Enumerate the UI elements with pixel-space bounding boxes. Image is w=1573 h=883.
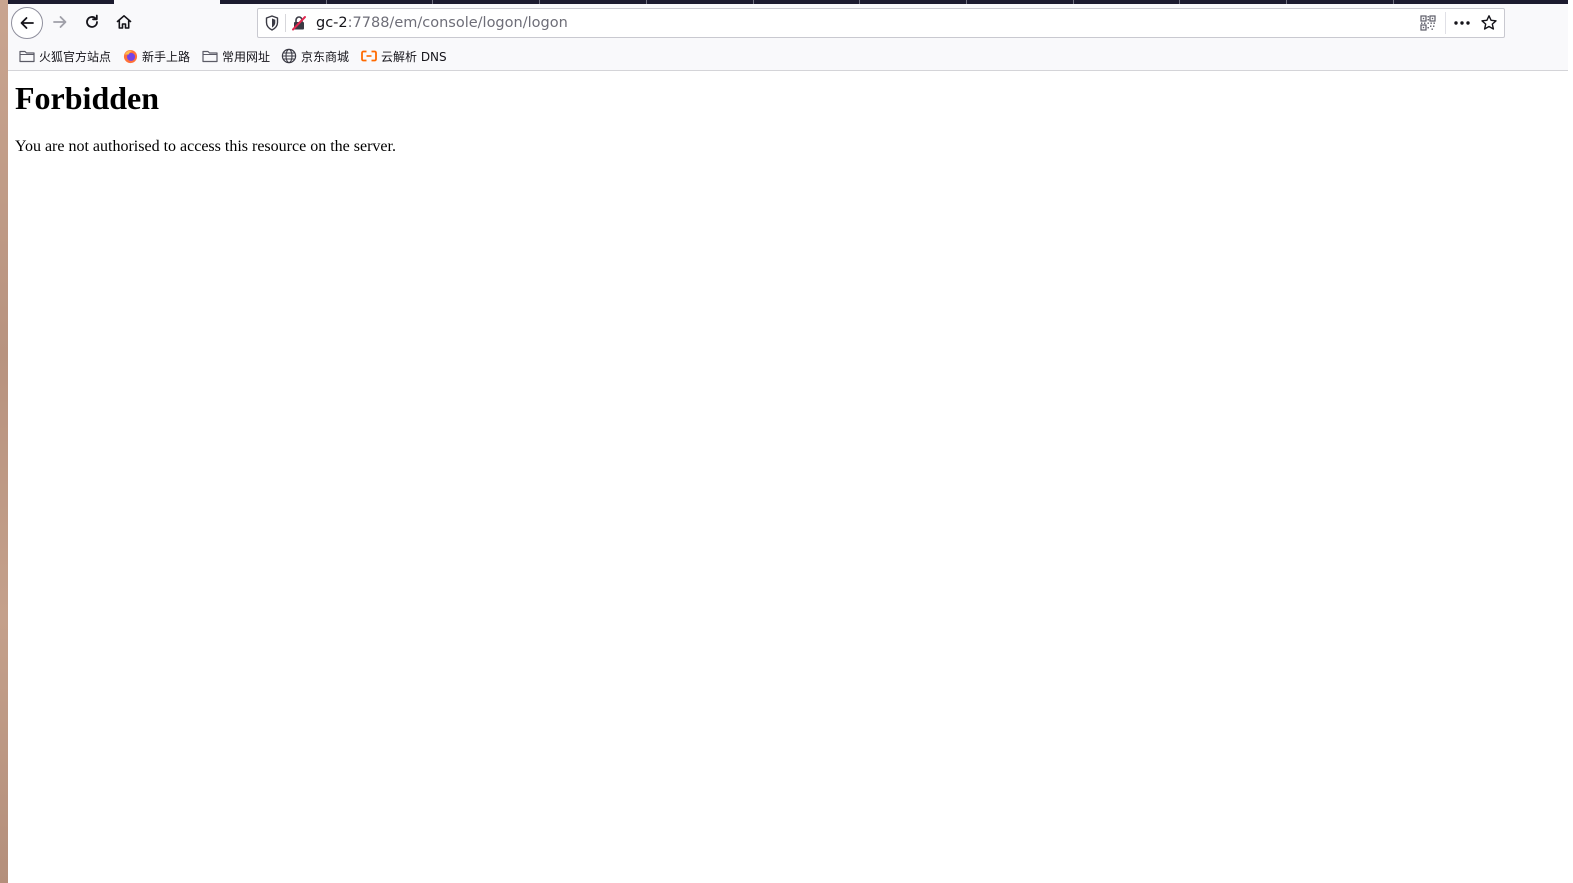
- bookmark-firefox-official[interactable]: 火狐官方站点: [19, 46, 111, 66]
- home-icon: [116, 15, 132, 29]
- page-content: Forbidden You are not authorised to acce…: [8, 71, 1563, 883]
- bookmark-label: 京东商城: [301, 49, 350, 64]
- page-actions-button[interactable]: [1450, 13, 1474, 33]
- bookmark-cloud-dns[interactable]: 云解析 DNS: [361, 46, 447, 66]
- home-button[interactable]: [108, 6, 140, 38]
- page-heading: Forbidden: [15, 80, 160, 116]
- address-bar-divider: [285, 14, 286, 32]
- site-identity-button[interactable]: [289, 13, 309, 33]
- desktop-edge: [0, 0, 8, 883]
- address-bar-divider: [1445, 12, 1446, 34]
- more-dots-icon: [1454, 21, 1470, 25]
- bookmarks-toolbar: 火狐官方站点 新手上路 常用网址 京东商城 云解析 DNS: [8, 42, 1568, 71]
- bookmark-getting-started[interactable]: 新手上路: [122, 46, 190, 66]
- bookmark-common-sites[interactable]: 常用网址: [202, 46, 270, 66]
- back-button[interactable]: [11, 7, 43, 39]
- arrow-left-icon: [20, 17, 34, 29]
- url-path: :7788/em/console/logon/logon: [347, 15, 568, 31]
- firefox-browser: gc-2:7788/em/console/logon/logon 火狐官方站点 …: [8, 0, 1568, 883]
- address-bar[interactable]: gc-2:7788/em/console/logon/logon: [257, 8, 1505, 38]
- arrow-right-icon: [53, 16, 67, 28]
- reload-icon: [86, 14, 98, 28]
- url-text[interactable]: gc-2:7788/em/console/logon/logon: [316, 14, 568, 32]
- bookmark-label: 云解析 DNS: [381, 49, 447, 64]
- bookmark-star-button[interactable]: [1478, 13, 1500, 33]
- folder-icon: [19, 48, 35, 64]
- browser-window: gc-2:7788/em/console/logon/logon 火狐官方站点 …: [0, 0, 1573, 883]
- bookmark-label: 火狐官方站点: [39, 49, 112, 64]
- qr-code-icon: [1420, 15, 1436, 31]
- firefox-icon: [122, 48, 138, 64]
- folder-icon: [202, 48, 218, 64]
- bookmark-label: 新手上路: [142, 49, 191, 64]
- insecure-lock-icon: [292, 16, 306, 31]
- url-host: gc-2: [316, 15, 348, 31]
- window-edge: [1568, 0, 1573, 883]
- navigation-toolbar: gc-2:7788/em/console/logon/logon: [8, 4, 1568, 42]
- forward-button[interactable]: [44, 6, 76, 38]
- reload-button[interactable]: [76, 6, 108, 38]
- globe-icon: [281, 48, 297, 64]
- shield-icon: [265, 15, 279, 31]
- error-message: You are not authorised to access this re…: [15, 138, 396, 155]
- bookmark-label: 常用网址: [222, 49, 271, 64]
- tracking-protection-button[interactable]: [262, 13, 282, 33]
- bookmark-jd-mall[interactable]: 京东商城: [281, 46, 349, 66]
- star-icon: [1481, 15, 1497, 30]
- qr-code-button[interactable]: [1418, 13, 1438, 33]
- aliyun-icon: [361, 48, 377, 64]
